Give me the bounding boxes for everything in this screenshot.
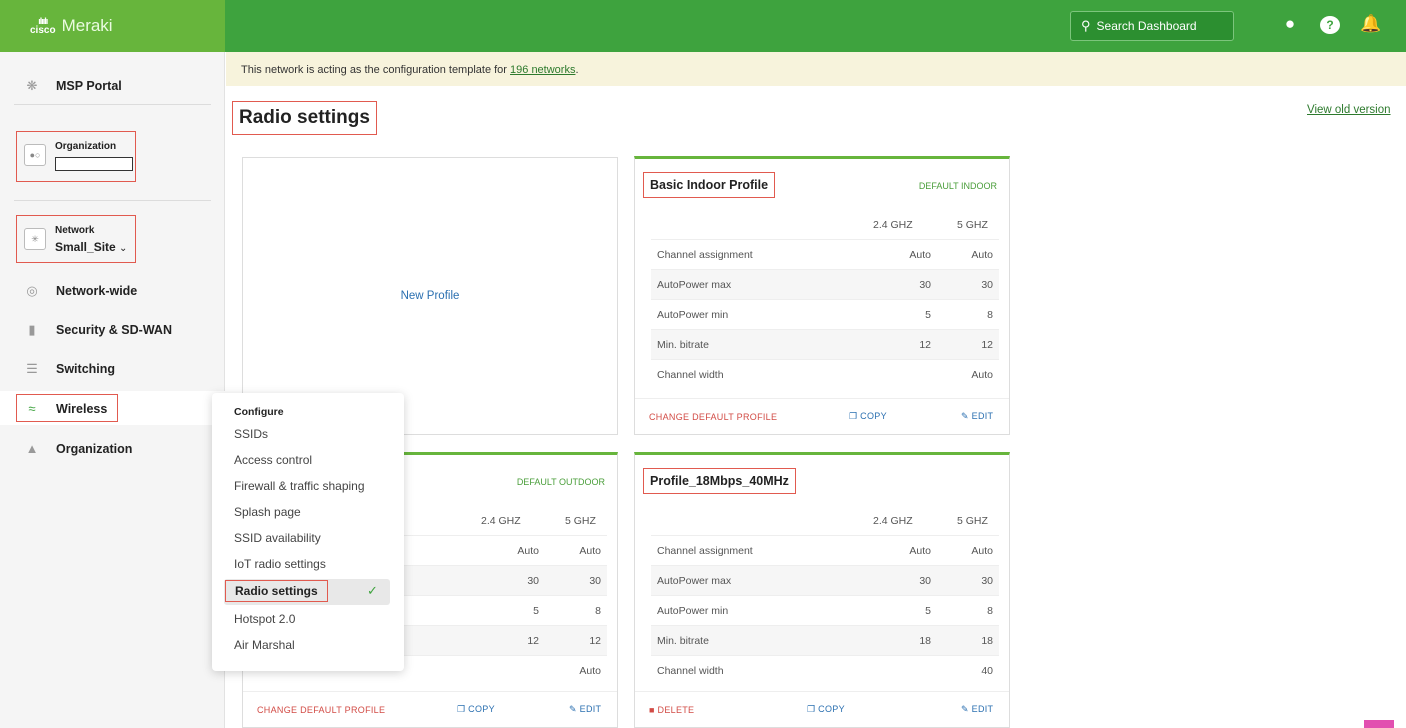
table-row: AutoPower max 30 30 [651,565,999,595]
switch-icon: ☰ [26,361,38,376]
table-row: AutoPower min 5 8 [651,595,999,625]
cisco-logo-icon: ılıılı cisco [30,16,56,36]
table-row: AutoPower max 30 30 [651,269,999,299]
sidebar-item-security[interactable]: ▮ Security & SD-WAN [22,322,172,338]
header-icons: ● ? 🔔 [1280,14,1381,34]
profile-title: Basic Indoor Profile [643,172,776,198]
network-selector[interactable]: ✳ Network Small_Site ⌄ [16,215,136,263]
profile-footer: CHANGE DEFAULT PROFILE ❐ COPY ✎ EDIT [243,691,617,727]
user-icon[interactable]: ● [1280,14,1300,34]
copy-button[interactable]: ❐ COPY [457,704,495,715]
delete-button[interactable]: ■ DELETE [649,705,694,715]
sidebar-item-label: Security & SD-WAN [56,323,172,337]
menu-item-iot-radio[interactable]: IoT radio settings [234,557,326,571]
profile-footer: CHANGE DEFAULT PROFILE ❐ COPY ✎ EDIT [635,398,1009,434]
view-old-version-link[interactable]: View old version [1307,104,1391,116]
table-row: Channel assignment Auto Auto [651,239,999,269]
sidebar-item-label: Network-wide [56,284,138,298]
organization-icon: ●○ [24,144,46,166]
bell-icon[interactable]: 🔔 [1360,14,1381,34]
table-row: Channel assignment Auto Auto [651,535,999,565]
edit-button[interactable]: ✎ EDIT [961,411,993,422]
profile-tag: DEFAULT OUTDOOR [516,477,605,487]
table-row: Channel width 40 [651,655,999,685]
corner-badge [1364,720,1394,728]
column-header-5ghz: 5 GHZ [565,515,596,527]
network-label: Network [55,225,95,236]
sidebar-item-organization[interactable]: ▲ Organization [22,441,133,456]
sidebar-item-label: MSP Portal [56,79,122,93]
top-bar: ılıılı cisco Meraki ⚲ Search Dashboard ●… [0,0,1406,52]
column-header-24ghz: 2.4 GHZ [481,515,521,527]
table-row: Channel width Auto [651,359,999,389]
search-input[interactable]: ⚲ Search Dashboard [1070,11,1234,41]
profile-tag: DEFAULT INDOOR [918,181,997,191]
page-title: Radio settings [232,101,377,135]
menu-header: Configure [234,406,284,418]
network-name: Small_Site [55,240,116,254]
profile-title: Profile_18Mbps_40MHz [643,468,796,494]
menu-item-radio-settings[interactable]: Radio settings [225,580,328,602]
sidebar-item-msp-portal[interactable]: ❋ MSP Portal [22,78,122,94]
meraki-logo[interactable]: ılıılı cisco Meraki [0,0,225,52]
change-default-profile-button[interactable]: CHANGE DEFAULT PROFILE [257,705,385,715]
banner-text: This network is acting as the configurat… [241,64,511,76]
menu-item-ssids[interactable]: SSIDs [234,427,268,441]
msp-portal-icon: ❋ [26,78,38,93]
menu-item-air-marshal[interactable]: Air Marshal [234,638,295,652]
column-header-24ghz: 2.4 GHZ [873,219,913,231]
new-profile-link[interactable]: New Profile [401,290,460,302]
network-icon: ✳ [24,228,46,250]
change-default-profile-button[interactable]: CHANGE DEFAULT PROFILE [649,412,777,422]
search-placeholder: Search Dashboard [1096,19,1197,33]
sidebar-item-label: Switching [56,362,116,376]
menu-item-firewall[interactable]: Firewall & traffic shaping [234,479,365,493]
sidebar-item-wireless[interactable]: ≈ Wireless [22,401,107,416]
shield-icon: ▮ [28,322,36,337]
network-wide-icon: ◎ [26,283,38,298]
organization-selector[interactable]: ●○ Organization [16,131,136,182]
organization-icon: ▲ [25,441,39,456]
organization-label: Organization [55,141,117,152]
column-header-5ghz: 5 GHZ [957,219,988,231]
wireless-configure-menu: Configure SSIDs Access control Firewall … [212,393,404,671]
menu-item-splash-page[interactable]: Splash page [234,505,301,519]
profile-card-indoor: Basic Indoor Profile DEFAULT INDOOR 2.4 … [634,156,1010,435]
table-row: Min. bitrate 18 18 [651,625,999,655]
template-banner: This network is acting as the configurat… [226,52,1406,86]
check-icon: ✓ [367,583,378,598]
sidebar-item-label: Wireless [56,401,108,416]
sidebar-item-network-wide[interactable]: ◎ Network-wide [22,283,137,299]
menu-item-ssid-availability[interactable]: SSID availability [234,531,321,545]
edit-button[interactable]: ✎ EDIT [961,704,993,715]
profile-table: Channel assignment Auto Auto AutoPower max… [651,239,999,389]
column-header-5ghz: 5 GHZ [957,515,988,527]
sidebar: ❋ MSP Portal ●○ Organization ✳ Network S… [0,52,225,728]
menu-item-hotspot[interactable]: Hotspot 2.0 [234,612,295,626]
sidebar-item-switching[interactable]: ☰ Switching [22,361,115,377]
search-icon: ⚲ [1081,18,1091,33]
profile-table: Channel assignment Auto Auto AutoPower max… [651,535,999,685]
edit-button[interactable]: ✎ EDIT [569,704,601,715]
table-row: Min. bitrate 12 12 [651,329,999,359]
menu-item-access-control[interactable]: Access control [234,453,312,467]
divider [14,104,211,105]
copy-button[interactable]: ❐ COPY [807,704,845,715]
copy-button[interactable]: ❐ COPY [849,411,887,422]
table-row: AutoPower min 5 8 [651,299,999,329]
column-header-24ghz: 2.4 GHZ [873,515,913,527]
sidebar-item-label: Organization [56,441,133,456]
profile-footer: ■ DELETE ❐ COPY ✎ EDIT [635,691,1009,727]
chevron-down-icon: ⌄ [119,243,128,254]
help-icon[interactable]: ? [1320,14,1340,34]
profile-card-18mbps: Profile_18Mbps_40MHz 2.4 GHZ 5 GHZ Chann… [634,452,1010,728]
networks-link[interactable]: 196 networks [510,64,575,76]
wifi-icon: ≈ [28,401,36,416]
organization-name-field[interactable] [55,157,133,171]
brand-name: Meraki [61,16,113,35]
divider [14,200,211,201]
banner-suffix: . [575,64,579,76]
